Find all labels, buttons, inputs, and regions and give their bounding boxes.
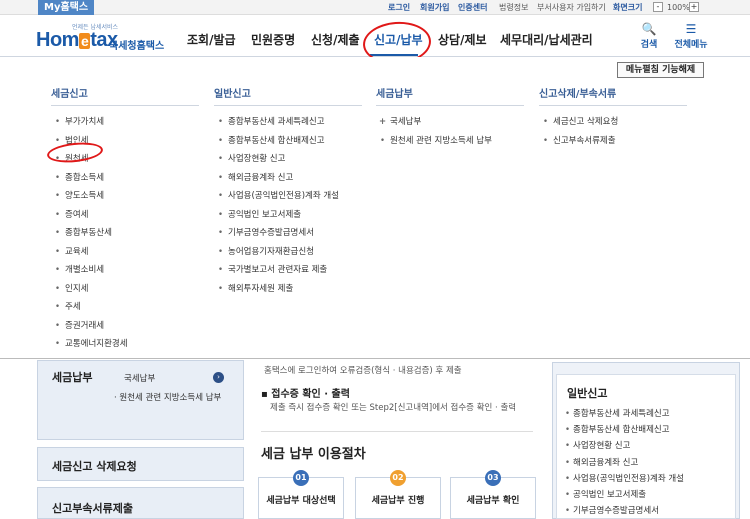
search-icon: 🔍 [641, 22, 657, 36]
menu-column-tax-report: 세금신고 부가가치세 법인세 원천세 종합소득세 양도소득세 증여세 종합부동산… [51, 85, 199, 357]
menu-item-energy-tax[interactable]: 교통에너지환경세 [51, 338, 199, 357]
menu-item-general-report[interactable]: 종합부동산세 합산배제신고 [214, 135, 362, 154]
nav-inquiry-issue[interactable]: 조회/발급 [187, 31, 236, 48]
menu-item-securities-tax[interactable]: 증권거래세 [51, 320, 199, 339]
zoom-out-button[interactable]: - [653, 2, 663, 12]
menu-column-title: 세금신고 [51, 85, 199, 106]
step-1-number: 01 [293, 470, 309, 486]
list-item[interactable]: 종합부동산세 합산배제신고 [563, 424, 684, 440]
zoom-in-button[interactable]: + [689, 2, 699, 12]
dept-user-signup-link[interactable]: 부서사용자 가입하기 [537, 0, 606, 15]
menu-item-general-report[interactable]: 사업용(공익법인전용)계좌 개설 [214, 190, 362, 209]
list-item[interactable]: 기부금영수증발급명세서 [563, 505, 684, 519]
right-panel-list: 종합부동산세 과세특례신고 종합부동산세 합산배제신고 사업장현황 신고 해외금… [563, 408, 684, 519]
menu-item-local-income-tax[interactable]: 원천세 관련 지방소득세 납부 [376, 135, 524, 154]
local-income-tax-link[interactable]: · 원천세 관련 지방소득세 납부 [114, 391, 221, 403]
step-2-number: 02 [390, 470, 406, 486]
tax-payment-title: 세금납부 [52, 371, 93, 384]
menu-item-attach-docs[interactable]: 신고부속서류제출 [539, 135, 687, 154]
nav-apply-submit[interactable]: 신청/제출 [311, 31, 360, 48]
menu-item-delete-request[interactable]: 세금신고 삭제요청 [539, 116, 687, 135]
law-info-link[interactable]: 법령정보 [499, 0, 528, 15]
list-item[interactable]: 사업용(공익법인전용)계좌 개설 [563, 473, 684, 489]
my-hometax-tab[interactable]: My홈택스 [38, 0, 95, 15]
list-item[interactable]: 해외금융계좌 신고 [563, 457, 684, 473]
nav-tax-agent[interactable]: 세무대리/납세관리 [500, 31, 593, 48]
menu-item-general-report[interactable]: 사업장현황 신고 [214, 153, 362, 172]
menu-item-property-tax[interactable]: 종합부동산세 [51, 227, 199, 246]
menu-column-title: 세금납부 [376, 85, 524, 106]
menu-icon: ☰ [685, 22, 697, 36]
menu-column-tax-payment: 세금납부 국세납부 원천세 관련 지방소득세 납부 [376, 85, 524, 153]
menu-item-general-report[interactable]: 기부금영수증발급명세서 [214, 227, 362, 246]
nav-consult-report[interactable]: 상담/제보 [438, 31, 487, 48]
menu-item-general-report[interactable]: 종합부동산세 과세특례신고 [214, 116, 362, 135]
menu-item-education-tax[interactable]: 교육세 [51, 246, 199, 265]
logo-tagline: 국세청홈택스 [109, 41, 165, 52]
menu-item-stamp-tax[interactable]: 인지세 [51, 283, 199, 302]
menu-item-general-report[interactable]: 농어업용기자재환급신청 [214, 246, 362, 265]
national-tax-payment-link[interactable]: 국세납부 [124, 372, 155, 384]
menu-column-title: 신고삭제/부속서류 [539, 85, 687, 106]
list-item[interactable]: 공익법인 보고서제출 [563, 489, 684, 505]
menu-item-general-report[interactable]: 국가별보고서 관련자료 제출 [214, 264, 362, 283]
delete-request-title: 세금신고 삭제요청 [52, 460, 137, 473]
search-label: 검색 [640, 40, 658, 50]
menu-item-general-report[interactable]: 해외투자세원 제출 [214, 283, 362, 302]
hometax-logo[interactable]: Hom e tax [36, 29, 118, 52]
all-menu-button[interactable]: ☰ 전체메뉴 [674, 22, 708, 50]
zoom-level: 100% [667, 3, 690, 12]
step-3-number: 03 [485, 470, 501, 486]
menu-item-transfer-tax[interactable]: 양도소득세 [51, 190, 199, 209]
verify-submit-text: 홈택스에 로그인하여 오류검증(형식 · 내용검증) 후 제출 [264, 366, 462, 376]
attach-docs-title: 신고부속서류제출 [52, 502, 133, 515]
list-item[interactable]: 사업장현황 신고 [563, 440, 684, 456]
receipt-text: 제출 즉시 접수증 확인 또는 Step2[신고내역]에서 접수증 확인 · 출… [270, 403, 517, 413]
menu-item-income-tax[interactable]: 종합소득세 [51, 172, 199, 191]
cert-center-link[interactable]: 인증센터 [458, 0, 487, 15]
menu-item-vat[interactable]: 부가가치세 [51, 116, 199, 135]
list-item[interactable]: 종합부동산세 과세특례신고 [563, 408, 684, 424]
screen-size-label: 화면크기 [613, 3, 643, 12]
step-3-label: 세금납부 확인 [466, 496, 520, 506]
step-1-label: 세금납부 대상선택 [266, 496, 336, 506]
nav-civil-cert[interactable]: 민원증명 [251, 31, 295, 48]
menu-column-delete-attach: 신고삭제/부속서류 세금신고 삭제요청 신고부속서류제출 [539, 85, 687, 153]
all-menu-label: 전체메뉴 [674, 40, 708, 50]
menu-item-general-report[interactable]: 공익법인 보고서제출 [214, 209, 362, 228]
search-button[interactable]: 🔍 검색 [636, 22, 662, 50]
menu-column-title: 일반신고 [214, 85, 362, 106]
top-utility-bar: My홈택스 로그인 회원가입 인증센터 법령정보 부서사용자 가입하기 화면크기… [0, 0, 750, 15]
section-divider [261, 431, 533, 432]
menu-column-general-report: 일반신고 종합부동산세 과세특례신고 종합부동산세 합산배제신고 사업장현황 신… [214, 85, 362, 301]
menu-item-national-tax-payment[interactable]: 국세납부 [376, 116, 524, 135]
step-2-label: 세금납부 진행 [371, 496, 425, 506]
menu-item-liquor-tax[interactable]: 주세 [51, 301, 199, 320]
procedure-title: 세금 납부 이용절차 [261, 447, 366, 462]
receipt-heading: ▪ 접수증 확인 · 출력 [261, 389, 350, 400]
login-link[interactable]: 로그인 [388, 0, 410, 15]
menu-expand-toggle-button[interactable]: 메뉴펼침 기능해제 [617, 62, 704, 78]
menu-item-consumption-tax[interactable]: 개별소비세 [51, 264, 199, 283]
arrow-icon[interactable]: › [213, 372, 224, 383]
menu-item-gift-tax[interactable]: 증여세 [51, 209, 199, 228]
signup-link[interactable]: 회원가입 [420, 0, 449, 15]
right-panel-title: 일반신고 [567, 387, 608, 400]
menu-item-general-report[interactable]: 해외금융계좌 신고 [214, 172, 362, 191]
mega-menu-dropdown: 메뉴펼침 기능해제 세금신고 부가가치세 법인세 원천세 종합소득세 양도소득세… [0, 57, 750, 359]
